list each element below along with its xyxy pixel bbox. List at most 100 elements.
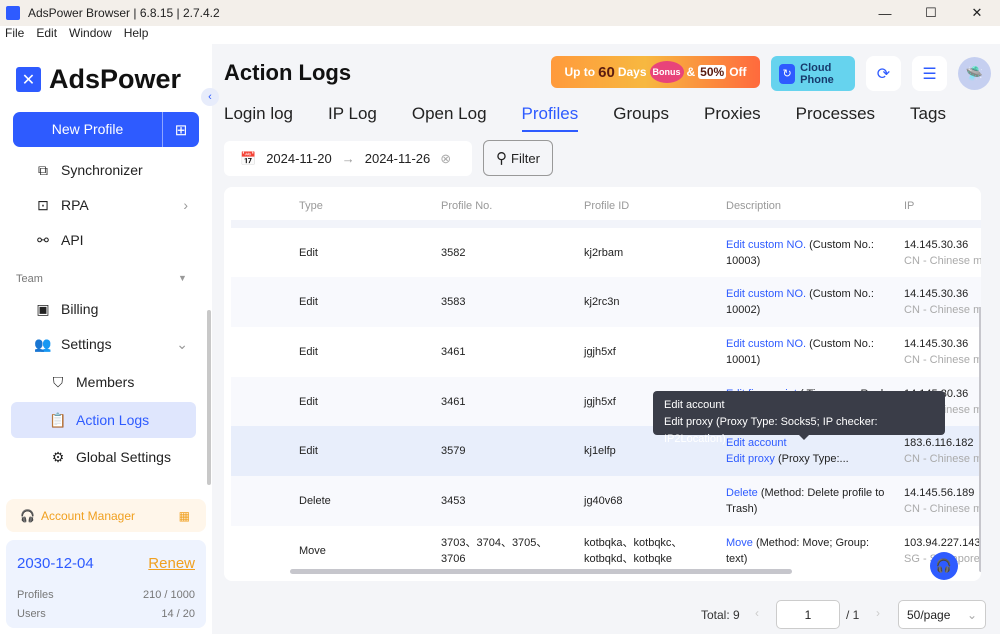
users-usage: 14 / 20 [161,608,195,620]
table-row[interactable]: Edit 3461 jgjh5xf Edit custom NO. (Custom N… [231,327,981,377]
table-row[interactable]: Edit 3583 kj2rc3n Edit custom NO. (Custom N… [231,277,981,327]
sidebar-item-billing[interactable]: ▣ Billing [0,291,206,327]
sidebar-scrollbar[interactable] [207,310,211,485]
menu-edit[interactable]: Edit [36,26,57,44]
page-size-select[interactable]: 50/page ⌄ [898,600,986,629]
chevron-right-icon: › [183,197,188,213]
shield-icon: ⛉ [52,373,64,390]
arrow-right-icon: → [341,151,355,166]
ip-address: 14.145.30.36 [904,239,969,251]
date-range-picker[interactable]: 📅 2024-11-20 → 2024-11-26 ⊗ [224,141,472,176]
ip-address: 103.94.227.143 [904,537,981,549]
cloud-phone-button[interactable]: ↻ Cloud Phone [771,56,855,91]
description-link[interactable]: Edit proxy [726,453,775,465]
batch-add-icon[interactable]: ⊞ [163,121,199,139]
account-manager-button[interactable]: 🎧 Account Manager ▦ [6,499,206,532]
end-date[interactable]: 2024-11-26 [365,151,431,166]
gear-icon: ⚙ [51,448,65,465]
sidebar-item-global-settings[interactable]: ⚙ Global Settings [0,439,206,475]
description-link[interactable]: Move [726,537,753,549]
sidebar-item-synchronizer[interactable]: ⧉ Synchronizer [0,152,206,188]
cell-ip: 14.145.30.36 CN - Chinese ma [904,286,981,318]
menu-help[interactable]: Help [124,26,149,44]
sidebar-item-settings[interactable]: 👥 Settings ⌄ [0,326,206,362]
cell-profile-no: 3703、3704、3705、3706 [441,537,548,565]
prev-page-button[interactable]: ‹ [755,606,759,620]
horizontal-scrollbar[interactable] [290,569,792,574]
collapse-sidebar-button[interactable]: ‹ [201,88,219,106]
description-link[interactable]: Edit custom NO. [726,288,806,300]
renew-link[interactable]: Renew [148,555,195,572]
filter-button[interactable]: ⚲ Filter [483,140,553,176]
sync-icon: ⧉ [38,161,48,178]
tab-profiles[interactable]: Profiles [521,104,578,132]
ip-location: CN - Chinese ma [904,453,981,465]
total-count: Total: 9 [701,608,740,622]
ip-location: CN - Chinese ma [904,255,981,267]
chevron-down-icon[interactable]: ▼ [178,273,187,283]
close-button[interactable]: ✕ [954,0,1000,26]
sidebar-item-rpa[interactable]: ⊡ RPA › [0,187,206,223]
update-icon: ⟳ [876,65,891,83]
rpa-icon: ⊡ [37,196,49,213]
update-button[interactable]: ⟳ [866,56,901,91]
clear-icon[interactable]: ⊗ [440,151,451,167]
page-title: Action Logs [224,60,352,85]
ip-address: 14.145.56.189 [904,487,975,499]
description-link[interactable]: Delete [726,487,758,499]
table-row[interactable]: Edit 3582 kj2rbam Edit custom NO. (Custom N… [231,228,981,278]
description-link[interactable]: Edit custom NO. [726,338,806,350]
minimize-button[interactable]: — [862,0,908,26]
maximize-button[interactable]: ☐ [908,0,954,26]
menu-file[interactable]: File [5,26,24,44]
cell-profile-id: jgjh5xf [584,346,616,358]
promo-percent: 50% [698,65,727,79]
column-ip: IP [904,200,915,212]
cell-ip: 14.145.30.36 CN - Chinese ma [904,336,981,368]
search-icon: ⚲ [496,150,508,167]
users-icon: 👥 [34,335,52,352]
cell-profile-id: jg40v68 [584,495,623,507]
new-profile-button[interactable]: New Profile ⊞ [13,112,199,147]
column-description: Description [726,200,782,212]
start-date[interactable]: 2024-11-20 [266,151,332,166]
column-profile-id: Profile ID [584,200,630,212]
description-link[interactable]: Edit custom NO. [726,239,806,251]
ip-address: 14.145.30.36 [904,288,969,300]
sidebar-item-action-logs[interactable]: 📋 Action Logs [11,402,196,438]
headset-icon: 🎧 [20,508,35,523]
vertical-scrollbar[interactable] [979,307,981,572]
sidebar-item-api[interactable]: ⚯ API [0,222,206,258]
page-input[interactable]: 1 [776,600,840,629]
title-bar: AdsPower Browser | 6.8.15 | 2.7.4.2 — ☐ … [0,0,1000,26]
tab-processes[interactable]: Processes [796,104,875,132]
tab-login-log[interactable]: Login log [224,104,293,132]
window-title: AdsPower Browser | 6.8.15 | 2.7.4.2 [28,6,220,20]
cell-type: Edit [299,396,318,408]
support-chat-button[interactable]: 🎧 [930,552,958,580]
cell-profile-id: kj2rc3n [584,296,620,308]
page-number: 1 [804,607,812,622]
tab-open-log[interactable]: Open Log [412,104,487,132]
tab-ip-log[interactable]: IP Log [328,104,377,132]
menu-window[interactable]: Window [69,26,112,44]
promo-bonus: Bonus [649,61,684,83]
column-profile-no: Profile No. [441,200,493,212]
ip-address: 14.145.30.36 [904,338,969,350]
tab-tags[interactable]: Tags [910,104,946,132]
promo-text: Days [617,65,647,79]
tab-groups[interactable]: Groups [613,104,669,132]
promo-banner[interactable]: Up to 60 Days Bonus & 50% Off [551,56,760,88]
headset-icon: 🎧 [935,558,953,573]
avatar[interactable]: 🛸 [958,57,991,90]
qr-code-icon[interactable]: ▦ [179,509,190,523]
task-list-button[interactable]: ☰ [912,56,947,91]
table-row[interactable]: Delete 3453 jg40v68 Delete (Method: Delete … [231,476,981,526]
cell-profile-no: 3582 [441,247,466,259]
tab-proxies[interactable]: Proxies [704,104,761,132]
next-page-button[interactable]: › [876,606,880,620]
sidebar-item-members[interactable]: ⛉ Members [0,364,206,400]
cell-ip: 14.145.56.189 CN - Chinese ma [904,485,981,517]
profiles-usage: 210 / 1000 [143,589,195,601]
cell-description: Edit custom NO. (Custom No.: 10002) [726,286,891,318]
